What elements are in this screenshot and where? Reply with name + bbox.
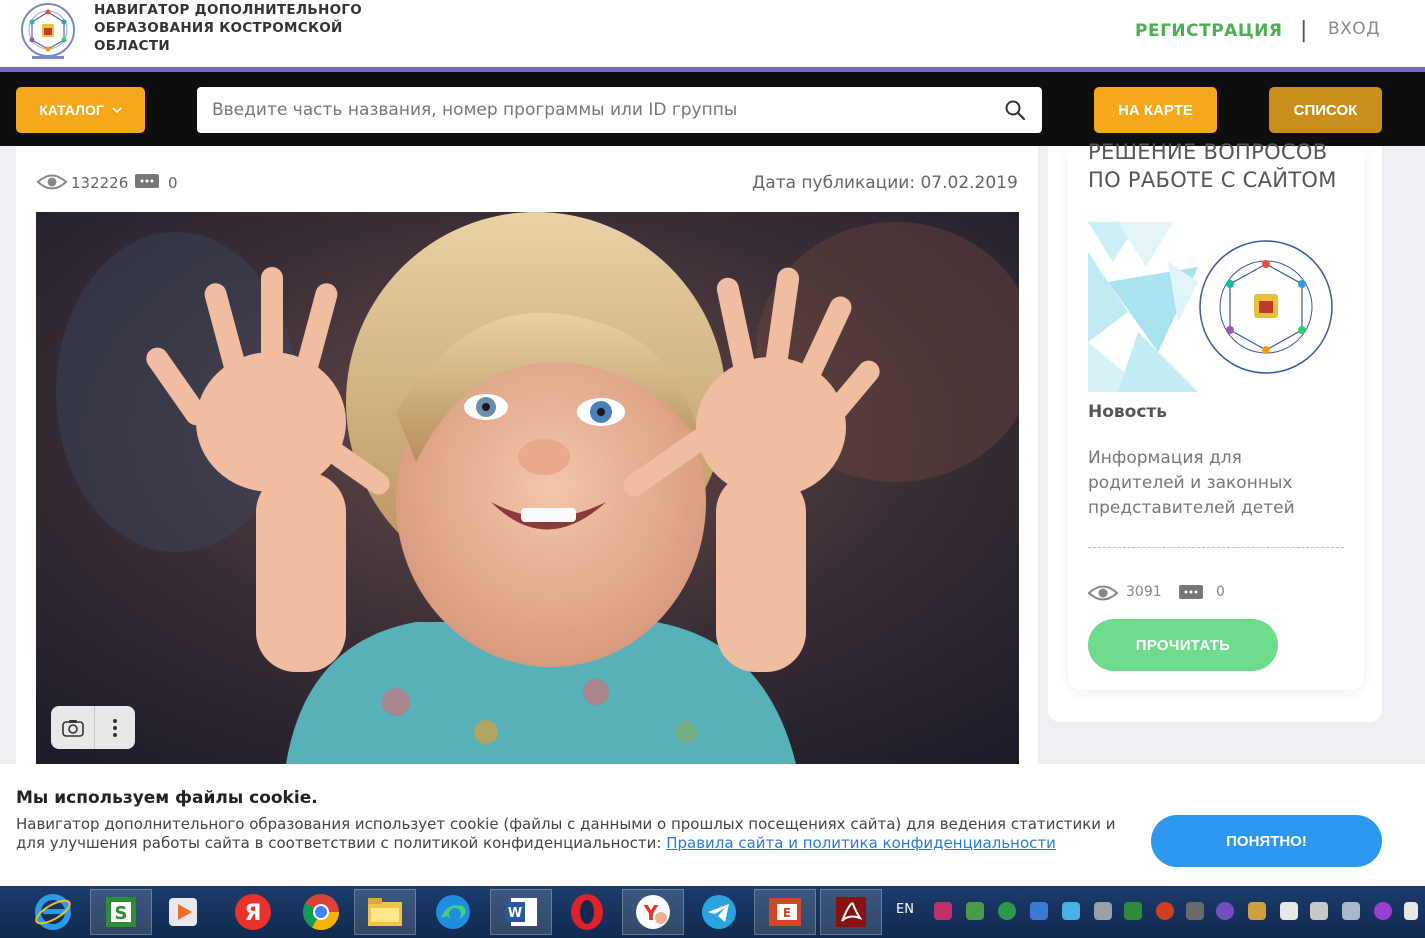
edge-icon[interactable] [422,889,484,935]
tray-printer-icon[interactable] [1094,902,1112,920]
news-card-image[interactable] [1088,222,1344,392]
site-title: НАВИГАТОР ДОПОЛНИТЕЛЬНОГО ОБРАЗОВАНИЯ КО… [94,2,363,54]
tray-app-icon[interactable] [934,902,952,920]
tray-spreadsheet-icon[interactable] [1124,902,1142,920]
opera-icon[interactable] [556,889,618,935]
cookie-title: Мы используем файлы cookie. [16,788,318,808]
svg-text:E: E [783,906,791,920]
eye-icon [1087,585,1119,601]
yandex-app-icon[interactable]: Y [622,889,684,935]
list-button[interactable]: СПИСОК [1269,87,1382,133]
news-card-divider [1088,547,1344,548]
chrome-icon[interactable] [290,889,352,935]
views-count: 132226 [71,174,129,192]
news-card-type: Новость [1088,402,1168,422]
article-photo [36,212,1019,764]
tray-assistant-icon[interactable] [1216,902,1234,920]
news-card-title[interactable]: РЕШЕНИЕ ВОПРОСОВ ПО РАБОТЕ С САЙТОМ [1088,138,1348,194]
file-explorer-icon[interactable] [354,889,416,935]
map-button[interactable]: НА КАРТЕ [1094,87,1217,133]
chevron-down-icon [112,107,122,114]
header-separator: | [1300,18,1308,43]
catalog-button-label: КАТАЛОГ [39,102,104,118]
word-icon[interactable]: W [490,889,552,935]
news-card-description: Информация для родителей и законных пред… [1088,448,1295,518]
privacy-policy-link[interactable]: Правила сайта и политика конфиденциально… [666,834,1056,852]
cookie-accept-button[interactable]: ПОНЯТНО! [1151,815,1382,867]
camera-icon[interactable] [51,706,95,749]
media-player-icon[interactable] [152,889,214,935]
read-button[interactable]: ПРОЧИТАТЬ [1088,619,1278,671]
search-icon[interactable] [1004,99,1026,121]
yandex-browser-icon[interactable]: Я [222,889,284,935]
search-input[interactable] [212,99,982,121]
site-logo[interactable] [18,2,78,62]
news-card-comments: 0 [1216,584,1225,600]
tray-cloud-icon[interactable] [1062,902,1080,920]
spreadsheet-app-icon[interactable]: S [90,889,152,935]
telegram-icon[interactable] [688,889,750,935]
publication-date: Дата публикации: 07.02.2019 [752,173,1018,193]
eye-icon [36,174,68,190]
photo-toolbar [51,706,135,749]
wifi-icon[interactable] [1342,902,1360,920]
more-vertical-icon[interactable] [95,706,135,749]
tray-storage-icon[interactable] [1186,902,1204,920]
news-card-views: 3091 [1126,584,1162,600]
tray-shield-icon[interactable] [1030,902,1048,920]
tray-user-icon[interactable] [1248,902,1266,920]
presentation-app-icon[interactable]: E [754,889,816,935]
display-icon[interactable] [1310,902,1328,920]
comment-icon [1179,585,1203,599]
catalog-button[interactable]: КАТАЛОГ [16,87,145,133]
tray-security-icon[interactable] [998,902,1016,920]
pdf-reader-icon[interactable] [820,889,882,935]
register-link[interactable]: РЕГИСТРАЦИЯ [1135,21,1282,41]
svg-text:S: S [115,903,128,924]
login-link[interactable]: ВХОД [1328,19,1380,39]
language-indicator[interactable]: EN [896,902,914,917]
tray-network-icon[interactable] [966,902,984,920]
internet-explorer-icon[interactable] [22,889,84,935]
cookie-text: Навигатор дополнительного образования ис… [16,815,1136,853]
comments-count: 0 [168,174,178,192]
svg-text:W: W [508,906,522,921]
flag-icon[interactable] [1280,902,1298,920]
tray-update-icon[interactable] [1156,902,1174,920]
comment-icon [135,174,159,188]
tray-circle-icon[interactable] [1374,902,1392,920]
volume-icon[interactable] [1404,902,1418,920]
svg-text:Я: Я [245,901,262,926]
